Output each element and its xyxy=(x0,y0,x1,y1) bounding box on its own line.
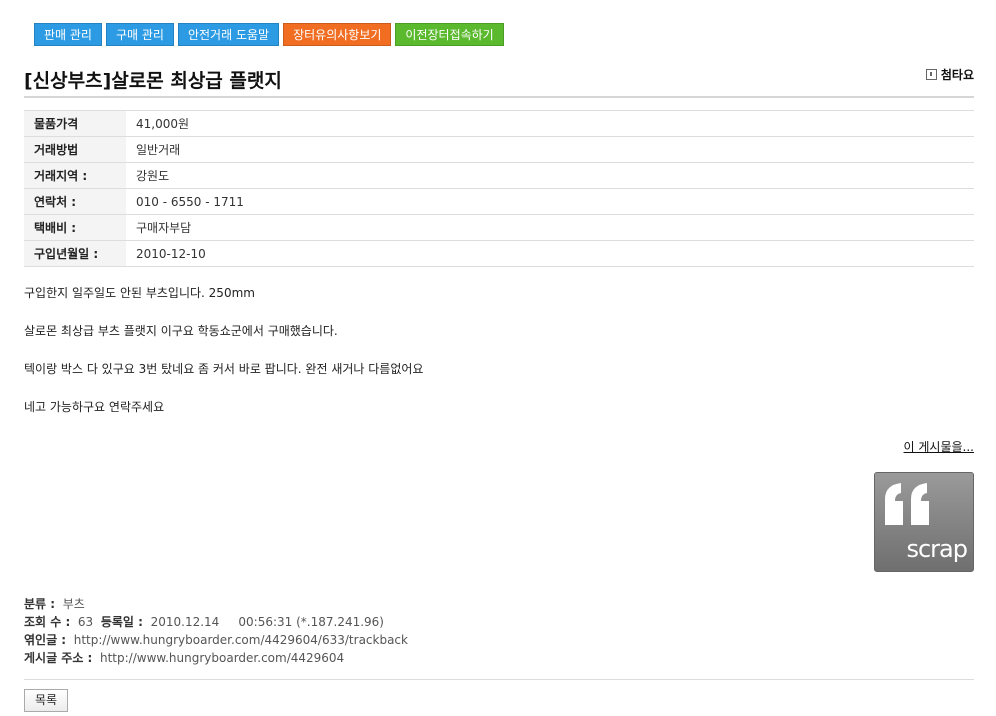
trackback-link[interactable]: http://www.hungryboarder.com/4429604/633… xyxy=(74,633,408,647)
views-key: 조회 수 : xyxy=(24,615,71,629)
table-row: 택배비 : 구매자부담 xyxy=(24,214,974,241)
table-row: 거래방법 일반거래 xyxy=(24,136,974,163)
views-value: 63 xyxy=(77,615,94,629)
trackback-key: 엮인글 : xyxy=(24,633,67,647)
purchase-manage-button[interactable]: 구매 관리 xyxy=(105,23,174,46)
info-value: 010 - 6550 - 1711 xyxy=(126,188,974,215)
info-value: 구매자부담 xyxy=(126,214,974,241)
safe-trade-help-button[interactable]: 안전거래 도움말 xyxy=(177,23,280,46)
page-title: [신상부츠]살로몬 최상급 플랫지 xyxy=(24,70,282,92)
table-row: 물품가격 41,000원 xyxy=(24,110,974,137)
old-market-button[interactable]: 이전장터접속하기 xyxy=(395,23,504,46)
address-row: 게시글 주소 : http://www.hungryboarder.com/44… xyxy=(24,649,408,667)
title-row: [신상부츠]살로몬 최상급 플랫지 첨타요 xyxy=(24,64,974,98)
address-key: 게시글 주소 : xyxy=(24,651,93,665)
post-meta: 분류 : 부츠 조회 수 : 63 등록일 : 2010.12.14 00:56… xyxy=(24,595,408,667)
divider xyxy=(24,679,974,680)
body-line: 살로몬 최상급 부츠 플랫지 이구요 학동쇼군에서 구매했습니다. xyxy=(24,324,338,338)
sales-manage-button[interactable]: 판매 관리 xyxy=(34,23,102,46)
market-notice-button[interactable]: 장터유의사항보기 xyxy=(283,23,392,46)
top-nav: 판매 관리 구매 관리 안전거래 도움말 장터유의사항보기 이전장터접속하기 xyxy=(34,23,504,46)
body-line: 텍이랑 박스 다 있구요 3번 탔네요 좀 커서 바로 팝니다. 완전 새거나 … xyxy=(24,362,424,376)
time-value: 00:56:31 (*.187.241.96) xyxy=(238,615,384,629)
table-row: 거래지역 : 강원도 xyxy=(24,162,974,189)
body-line: 네고 가능하구요 연락주세요 xyxy=(24,400,165,414)
info-key: 물품가격 xyxy=(24,110,126,137)
category-key: 분류 : xyxy=(24,597,56,611)
date-value: 2010.12.14 xyxy=(150,615,220,629)
attachment-icon xyxy=(925,69,937,80)
scrap-button[interactable]: scrap xyxy=(874,472,974,572)
post-body: 구입한지 일주일도 안된 부츠입니다. 250mm 살로몬 최상급 부츠 플랫지… xyxy=(24,285,974,437)
table-row: 구입년월일 : 2010-12-10 xyxy=(24,240,974,267)
info-key: 거래방법 xyxy=(24,136,126,163)
date-key: 등록일 : xyxy=(100,615,143,629)
info-key: 연락처 : xyxy=(24,188,126,215)
trackback-row: 엮인글 : http://www.hungryboarder.com/44296… xyxy=(24,631,408,649)
table-row: 연락처 : 010 - 6550 - 1711 xyxy=(24,188,974,215)
info-value: 일반거래 xyxy=(126,136,974,163)
info-value: 2010-12-10 xyxy=(126,240,974,267)
scrap-label: scrap xyxy=(906,535,968,563)
list-button[interactable]: 목록 xyxy=(24,689,69,712)
views-date-row: 조회 수 : 63 등록일 : 2010.12.14 00:56:31 (*.1… xyxy=(24,613,408,631)
info-value: 강원도 xyxy=(126,162,974,189)
item-info-table: 물품가격 41,000원 거래방법 일반거래 거래지역 : 강원도 연락처 : … xyxy=(24,110,974,267)
info-key: 구입년월일 : xyxy=(24,240,126,267)
category-row: 분류 : 부츠 xyxy=(24,595,408,613)
attachments-link[interactable]: 첨타요 xyxy=(925,66,974,83)
body-line: 구입한지 일주일도 안된 부츠입니다. 250mm xyxy=(24,286,255,300)
category-value: 부츠 xyxy=(62,597,85,611)
share-post-link[interactable]: 이 게시물을... xyxy=(904,438,974,455)
post-address-link[interactable]: http://www.hungryboarder.com/4429604 xyxy=(100,651,344,665)
info-value: 41,000원 xyxy=(126,110,974,137)
info-key: 택배비 : xyxy=(24,214,126,241)
info-key: 거래지역 : xyxy=(24,162,126,189)
attachments-label: 첨타요 xyxy=(940,68,974,82)
